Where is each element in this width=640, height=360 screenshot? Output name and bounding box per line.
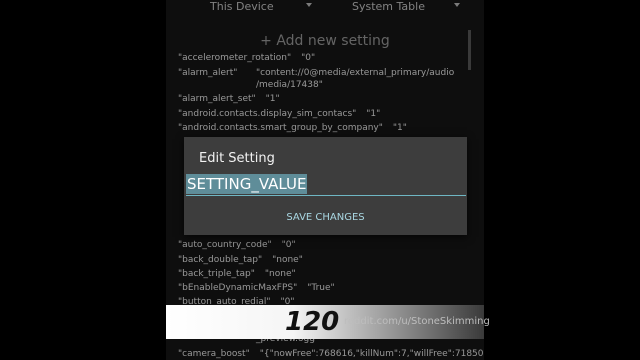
- setting-value: "1": [392, 123, 407, 133]
- list-item[interactable]: "bEnableDynamicMaxFPS" "True": [178, 282, 335, 294]
- setting-value: "content://0@media/external_primary/audi…: [256, 68, 455, 90]
- watermark-text: reddit.com/u/StoneSkimming: [344, 316, 490, 327]
- dialog-title: Edit Setting: [199, 151, 275, 166]
- dropdown-arrow-icon: [306, 3, 312, 7]
- list-item[interactable]: "alarm_alert" "content://0@media/external…: [178, 67, 454, 90]
- list-item[interactable]: "camera_boost" "{"nowFree":768616,"killNu…: [178, 348, 484, 360]
- setting-key: "back_double_tap": [178, 255, 263, 265]
- list-item[interactable]: "accelerometer_rotation" "0": [178, 52, 315, 64]
- banner-number: 120: [285, 307, 340, 337]
- setting-key: "bEnableDynamicMaxFPS": [178, 283, 298, 293]
- save-changes-button[interactable]: SAVE CHANGES: [184, 211, 467, 225]
- setting-value-input[interactable]: SETTING_VALUE: [186, 174, 466, 196]
- setting-value: "none": [264, 269, 296, 279]
- list-item[interactable]: "android.contacts.smart_group_by_company…: [178, 122, 407, 134]
- selected-text: SETTING_VALUE: [186, 174, 308, 194]
- add-new-setting-button[interactable]: + Add new setting: [166, 32, 484, 50]
- setting-key: "camera_boost": [178, 349, 250, 359]
- dropdown-arrow-icon: [454, 3, 460, 7]
- setting-value: "0": [301, 53, 316, 63]
- device-spinner[interactable]: This Device: [210, 0, 320, 16]
- setting-value: "{"nowFree":768616,"killNum":7,"willFree…: [259, 349, 484, 359]
- overlay-banner: 120 reddit.com/u/StoneSkimming: [166, 305, 490, 339]
- device-spinner-label: This Device: [210, 0, 274, 13]
- list-item[interactable]: "android.contacts.display_sim_contacs" "1…: [178, 108, 380, 120]
- setting-value: "none": [272, 255, 303, 265]
- setting-key: "android.contacts.smart_group_by_company…: [178, 123, 383, 133]
- table-spinner-label: System Table: [352, 0, 425, 13]
- setting-value: "True": [307, 283, 335, 293]
- list-item[interactable]: "auto_country_code" "0": [178, 239, 296, 251]
- list-item[interactable]: "back_double_tap" "none": [178, 254, 303, 266]
- setting-value: "1": [265, 94, 280, 104]
- scrollbar[interactable]: [468, 30, 471, 70]
- setting-key: "back_triple_tap": [178, 269, 255, 279]
- setting-key: "accelerometer_rotation": [178, 53, 292, 63]
- setting-key: "alarm_alert_set": [178, 94, 256, 104]
- table-spinner[interactable]: System Table: [352, 0, 462, 16]
- list-item[interactable]: "back_triple_tap" "none": [178, 268, 296, 280]
- toolbar: This Device System Table: [166, 0, 484, 16]
- setting-value: "0": [281, 240, 296, 250]
- setting-key: "alarm_alert": [178, 68, 238, 78]
- setting-key: "android.contacts.display_sim_contacs": [178, 109, 357, 119]
- edit-setting-dialog: Edit Setting SETTING_VALUE SAVE CHANGES: [184, 137, 467, 235]
- setting-value: "1": [366, 109, 381, 119]
- setting-key: "auto_country_code": [178, 240, 272, 250]
- list-item[interactable]: "alarm_alert_set" "1": [178, 93, 280, 105]
